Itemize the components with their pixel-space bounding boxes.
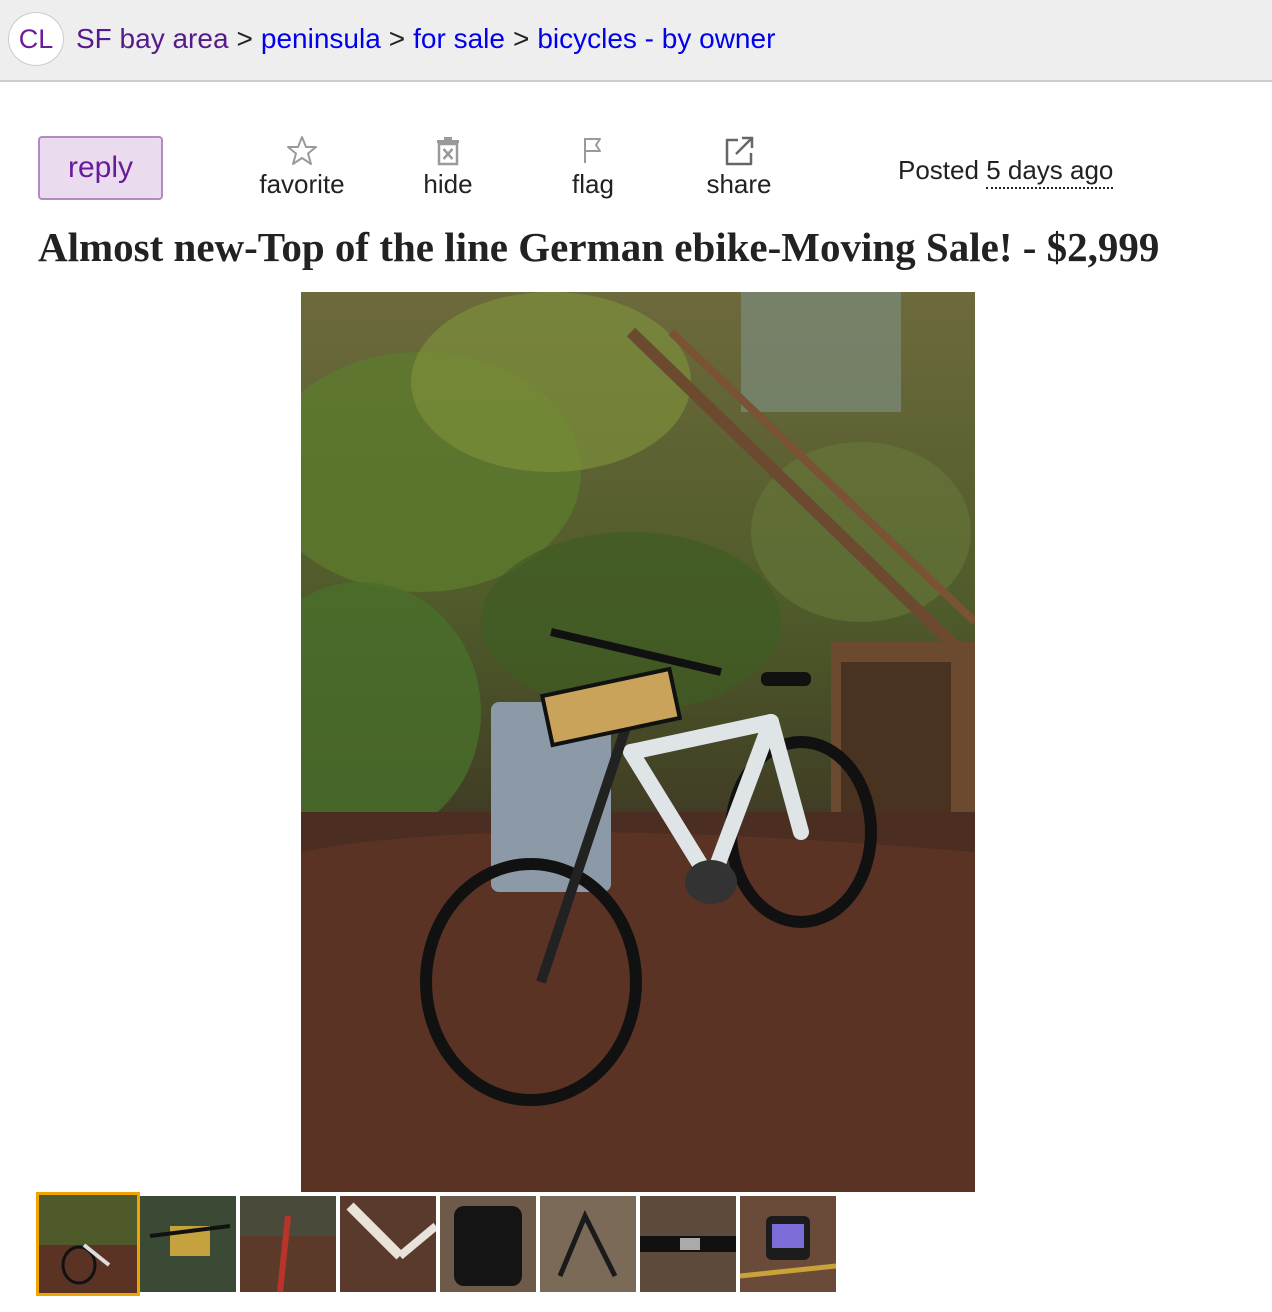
breadcrumb-separator: > bbox=[236, 23, 253, 54]
posted-label: Posted bbox=[898, 155, 979, 185]
thumbnail[interactable] bbox=[640, 1196, 736, 1292]
breadcrumb-separator: > bbox=[512, 23, 530, 54]
breadcrumb-area-link[interactable]: SF bay area bbox=[76, 23, 229, 54]
share-label: share bbox=[706, 169, 772, 199]
thumbnail[interactable] bbox=[440, 1196, 536, 1292]
hide-button[interactable]: hide bbox=[378, 134, 518, 198]
flag-label: flag bbox=[572, 169, 614, 199]
breadcrumb-bar: CL SF bay area > peninsula > for sale > bicycl… bbox=[0, 0, 1272, 82]
star-icon bbox=[232, 134, 372, 170]
breadcrumb-for-sale-link[interactable]: for sale bbox=[413, 23, 505, 54]
thumbnail[interactable] bbox=[140, 1196, 236, 1292]
hide-label: hide bbox=[423, 169, 473, 199]
thumbnail[interactable] bbox=[340, 1196, 436, 1292]
favorite-button[interactable]: favorite bbox=[232, 134, 372, 198]
breadcrumb-separator: > bbox=[388, 23, 406, 54]
breadcrumb-peninsula-link[interactable]: peninsula bbox=[261, 23, 381, 54]
share-button[interactable]: share bbox=[669, 134, 809, 198]
ebike-photo bbox=[301, 292, 975, 1192]
thumbnail[interactable] bbox=[240, 1196, 336, 1292]
trash-icon bbox=[378, 134, 518, 170]
favorite-label: favorite bbox=[259, 169, 345, 199]
breadcrumb: SF bay area > peninsula > for sale > bicycles … bbox=[76, 22, 775, 56]
breadcrumb-bicycles-link[interactable]: bicycles - by owner bbox=[537, 23, 775, 54]
flag-button[interactable]: flag bbox=[523, 134, 663, 198]
share-icon bbox=[669, 134, 809, 170]
main-listing-image[interactable] bbox=[301, 292, 975, 1192]
thumbnail[interactable] bbox=[540, 1196, 636, 1292]
reply-button[interactable]: reply bbox=[38, 136, 163, 200]
listing-title: Almost new-Top of the line German ebike-… bbox=[38, 224, 1160, 270]
flag-icon bbox=[523, 134, 663, 170]
thumbnail[interactable] bbox=[740, 1196, 836, 1292]
craigslist-logo[interactable]: CL bbox=[8, 12, 64, 66]
posted-relative-time: 5 days ago bbox=[986, 155, 1114, 189]
posted-date: Posted 5 days ago bbox=[898, 155, 1114, 189]
thumbnail-selected[interactable] bbox=[36, 1192, 140, 1296]
